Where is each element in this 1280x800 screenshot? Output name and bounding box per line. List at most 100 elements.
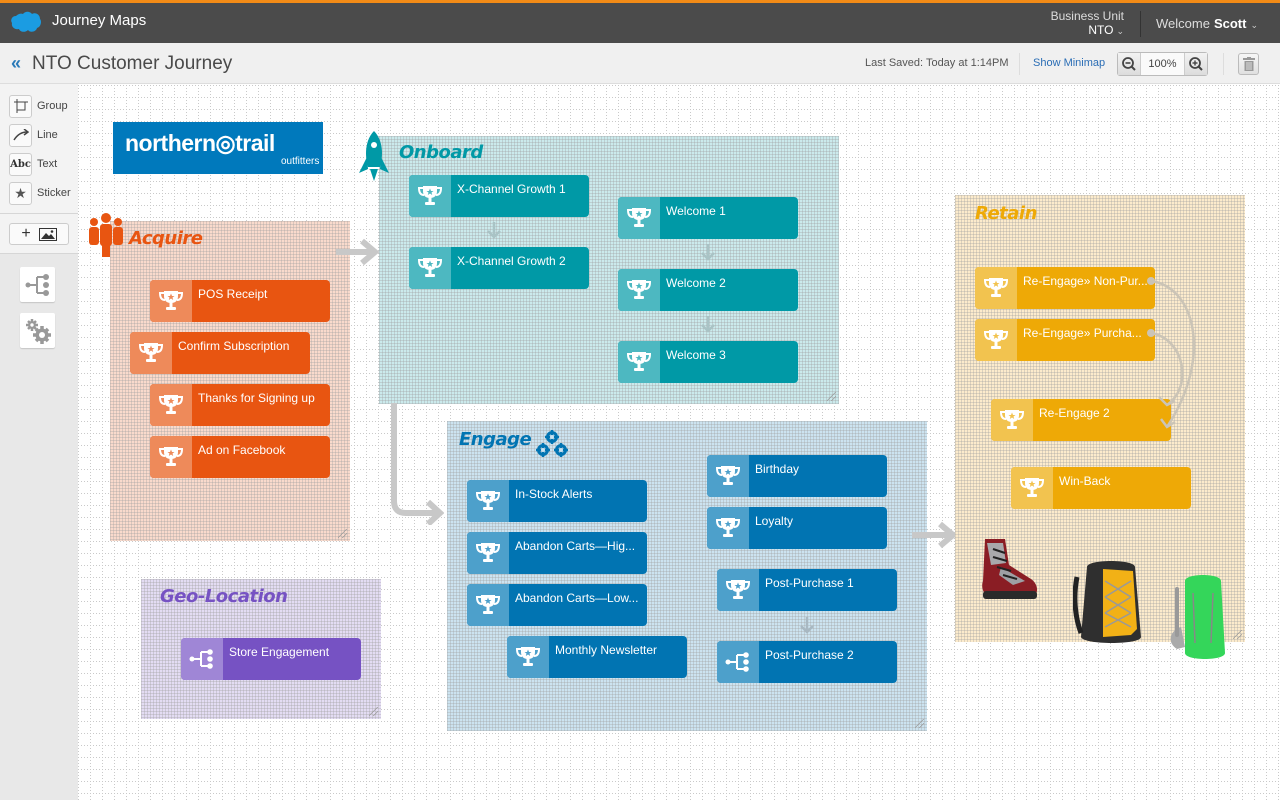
resize-handle[interactable] xyxy=(1233,630,1242,639)
user-menu[interactable]: Welcome Scott ⌄ xyxy=(1156,16,1258,31)
chevron-down-icon: ⌄ xyxy=(1116,26,1124,36)
group-acquire[interactable]: POS Receipt Confirm Subscription Thanks … xyxy=(110,221,350,541)
journey-card[interactable]: Win-Back xyxy=(1011,467,1191,509)
tool-group[interactable]: Group xyxy=(9,94,68,118)
trophy-icon xyxy=(150,384,192,426)
journey-card[interactable]: Monthly Newsletter xyxy=(507,636,687,678)
chevron-down-icon: ⌄ xyxy=(1250,20,1258,30)
journey-card[interactable]: Confirm Subscription xyxy=(130,332,310,374)
trophy-icon xyxy=(707,507,749,549)
journey-card[interactable]: Re-Engage» Non-Pur... xyxy=(975,267,1155,309)
divider xyxy=(1140,11,1141,37)
group-title: Geo-Location xyxy=(160,586,288,607)
tool-sticker[interactable]: ★ Sticker xyxy=(9,181,71,205)
journey-card[interactable]: Welcome 2 xyxy=(618,269,798,311)
rocket-icon xyxy=(359,131,389,181)
group-retain[interactable]: Re-Engage» Non-Pur... Re-Engage» Purcha.… xyxy=(955,195,1245,659)
down-arrow-icon xyxy=(487,222,501,239)
resize-handle[interactable] xyxy=(915,719,924,728)
journey-card[interactable]: POS Receipt xyxy=(150,280,330,322)
green-backpack-sticker[interactable] xyxy=(1165,573,1231,663)
journey-card[interactable]: Welcome 3 xyxy=(618,341,798,383)
group-onboard[interactable]: X-Channel Growth 1 X-Channel Growth 2 We… xyxy=(379,136,839,404)
logo-subtext: outfitters xyxy=(281,156,320,167)
trophy-icon xyxy=(409,247,451,289)
trophy-icon xyxy=(409,175,451,217)
card-label: Birthday xyxy=(755,462,800,476)
trophy-icon xyxy=(150,280,192,322)
show-minimap-link[interactable]: Show Minimap xyxy=(1033,57,1105,69)
people-icon xyxy=(89,213,123,257)
back-double-chevron-icon[interactable]: « xyxy=(11,53,21,74)
trash-icon xyxy=(1242,57,1255,71)
down-arrow-icon xyxy=(701,316,715,333)
tool-line[interactable]: Line xyxy=(9,123,58,147)
zoom-out-button[interactable] xyxy=(1118,53,1140,75)
group-title: Engage xyxy=(459,429,532,450)
delete-button[interactable] xyxy=(1238,53,1259,75)
yellow-backpack-sticker[interactable] xyxy=(1073,557,1149,647)
gears-icon xyxy=(25,318,51,344)
welcome-label: Welcome xyxy=(1156,16,1210,31)
card-label: Re-Engage» Purcha... xyxy=(1023,326,1142,340)
last-saved-status: Last Saved: Today at 1:14PM xyxy=(865,57,1009,69)
left-toolbar: Group Line Abc Text ★ Sticker + xyxy=(0,84,78,800)
journey-card[interactable]: Post-Purchase 2 xyxy=(717,641,897,683)
tool-text[interactable]: Abc Text xyxy=(9,152,57,176)
journey-card[interactable]: Re-Engage» Purcha... xyxy=(975,319,1155,361)
top-bar: Journey Maps Business Unit NTO ⌄ Welcome S… xyxy=(0,0,1280,43)
card-label: Ad on Facebook xyxy=(198,443,286,457)
text-tool-icon: Abc xyxy=(9,152,32,176)
page-title: NTO Customer Journey xyxy=(32,53,233,74)
trophy-icon xyxy=(150,436,192,478)
journey-card[interactable]: Abandon Carts—Low... xyxy=(467,584,647,626)
journey-card[interactable]: Loyalty xyxy=(707,507,887,549)
hiking-boot-sticker[interactable] xyxy=(979,535,1041,605)
group-title: Acquire xyxy=(129,228,203,249)
journey-card[interactable]: Store Engagement xyxy=(181,638,361,680)
tool-label: Group xyxy=(37,100,68,112)
group-engage[interactable]: In-Stock Alerts Abandon Carts—Hig... Aba… xyxy=(447,421,927,731)
journey-card[interactable]: In-Stock Alerts xyxy=(467,480,647,522)
plus-icon: + xyxy=(21,225,31,242)
card-label: POS Receipt xyxy=(198,287,268,301)
journey-canvas[interactable]: northern◎trail outfitters POS Receipt Co… xyxy=(78,85,1280,800)
journey-card[interactable]: Welcome 1 xyxy=(618,197,798,239)
resize-handle[interactable] xyxy=(827,392,836,401)
decision-split-button[interactable] xyxy=(20,267,55,302)
journey-card[interactable]: Post-Purchase 1 xyxy=(717,569,897,611)
card-label: X-Channel Growth 1 xyxy=(457,182,566,196)
card-label: Re-Engage» Non-Pur... xyxy=(1023,274,1148,288)
business-unit-value: NTO xyxy=(1088,23,1114,37)
add-image-area: + xyxy=(0,214,78,254)
journey-card[interactable]: X-Channel Growth 1 xyxy=(409,175,589,217)
add-image-button[interactable]: + xyxy=(9,223,69,245)
journey-card[interactable]: Birthday xyxy=(707,455,887,497)
journey-card[interactable]: Thanks for Signing up xyxy=(150,384,330,426)
journey-card[interactable]: X-Channel Growth 2 xyxy=(409,247,589,289)
flow-arrow xyxy=(336,238,380,266)
logo-text: northern◎trail xyxy=(125,130,275,156)
resize-handle[interactable] xyxy=(369,707,378,716)
card-label: Thanks for Signing up xyxy=(198,391,315,405)
business-unit-selector[interactable]: Business Unit NTO ⌄ xyxy=(1051,9,1124,38)
tool-label: Text xyxy=(37,158,58,170)
journey-card[interactable]: Re-Engage 2 xyxy=(991,399,1171,441)
settings-button[interactable] xyxy=(20,313,55,348)
resize-handle[interactable] xyxy=(338,529,347,538)
flow-arrow xyxy=(391,403,444,525)
trophy-icon xyxy=(618,197,660,239)
image-icon xyxy=(38,227,57,241)
group-title: Retain xyxy=(975,203,1037,224)
nto-logo[interactable]: northern◎trail outfitters xyxy=(113,122,323,174)
zoom-in-button[interactable] xyxy=(1185,53,1207,75)
trophy-icon xyxy=(991,399,1033,441)
business-unit-label: Business Unit xyxy=(1050,9,1124,23)
hierarchy-icon xyxy=(181,638,223,680)
zoom-level: 100% xyxy=(1140,53,1185,75)
trophy-icon xyxy=(467,584,509,626)
card-label: X-Channel Growth 2 xyxy=(457,254,566,268)
trophy-icon xyxy=(707,455,749,497)
journey-card[interactable]: Ad on Facebook xyxy=(150,436,330,478)
journey-card[interactable]: Abandon Carts—Hig... xyxy=(467,532,647,574)
